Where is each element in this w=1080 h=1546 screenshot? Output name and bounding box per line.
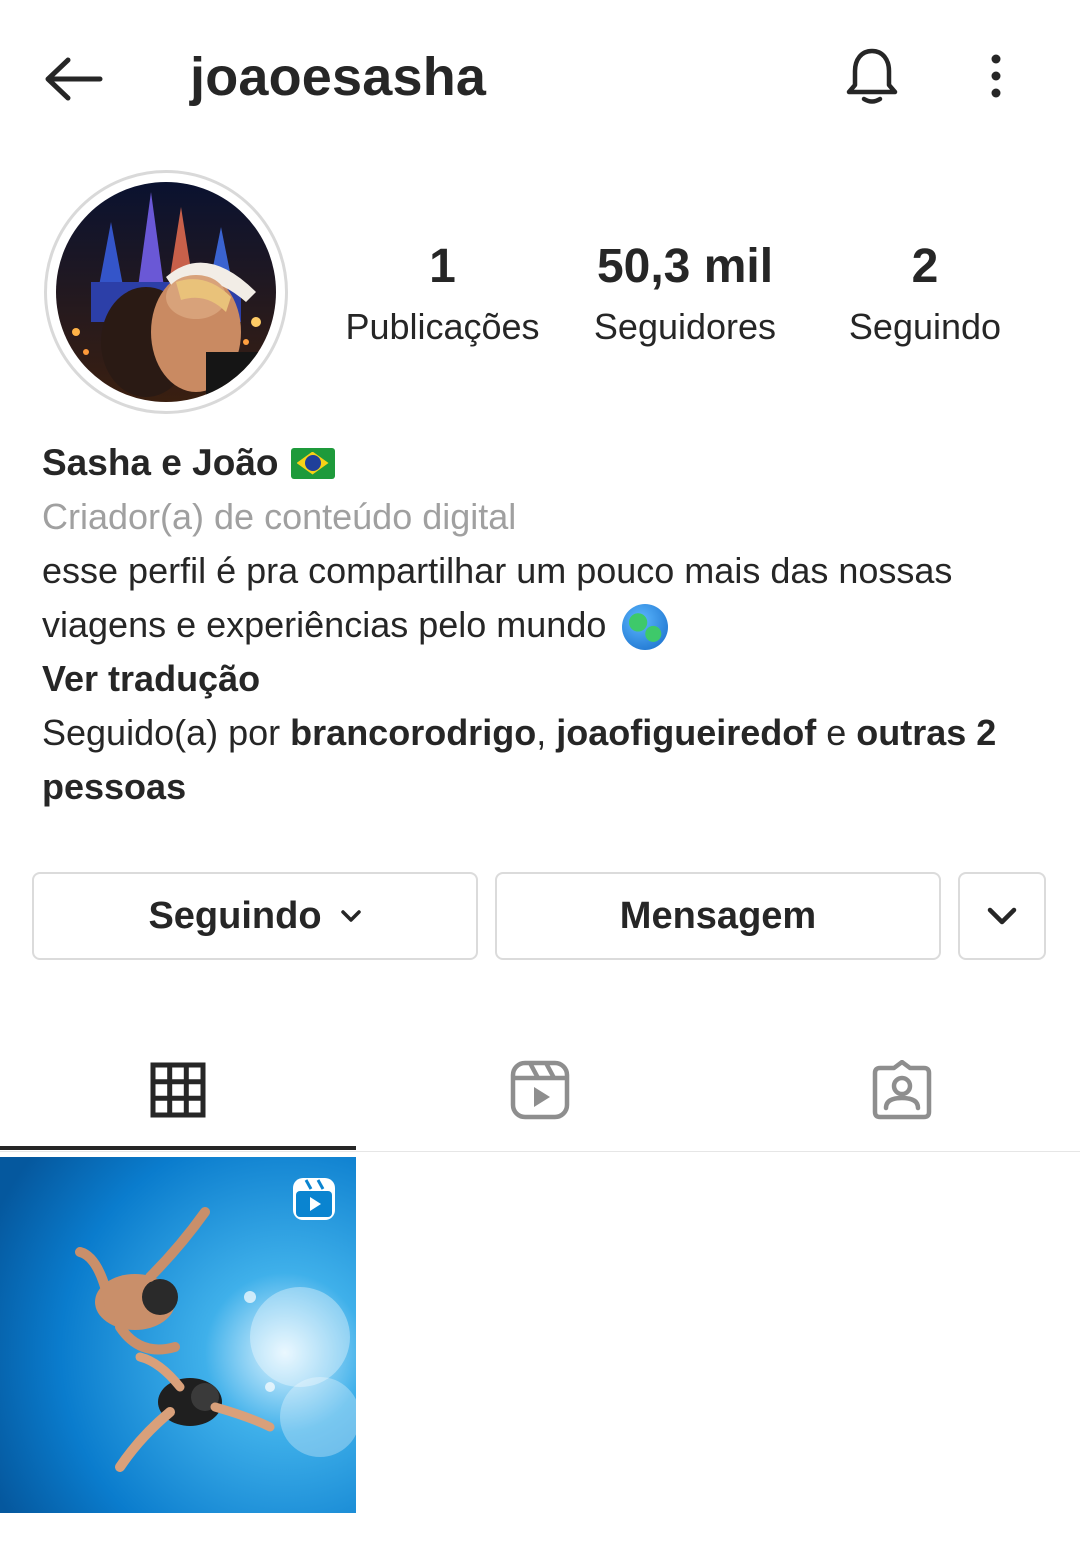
tab-reels[interactable] [362, 1030, 718, 1150]
following-count: 2 [911, 240, 939, 293]
profile-actions: Seguindo Mensagem [32, 872, 1048, 962]
message-button-label: Mensagem [619, 894, 817, 937]
following-stat[interactable]: 2 Seguindo [830, 238, 1020, 350]
avatar-image [56, 182, 276, 402]
post-thumbnail[interactable] [0, 1157, 356, 1513]
followed-by[interactable]: Seguido(a) por brancorodrigo, joaofiguei… [42, 706, 1042, 814]
profile-stats: 1 Publicações 50,3 mil Seguidores 2 Segu… [330, 238, 1030, 358]
bio-text-row: esse perfil é pra compartilhar um pouco … [42, 544, 1042, 652]
see-translation-link[interactable]: Ver tradução [42, 652, 1042, 706]
top-bar: joaoesasha [0, 0, 1080, 150]
profile-bio: Sasha e João Criador(a) de conteúdo digi… [42, 436, 1042, 814]
followers-count: 50,3 mil [596, 240, 774, 293]
notifications-button[interactable] [838, 40, 906, 112]
reels-icon [510, 1060, 570, 1120]
followed-by-user-1[interactable]: brancorodrigo [290, 712, 536, 753]
suggestions-button[interactable] [958, 872, 1046, 960]
profile-avatar[interactable] [44, 170, 288, 414]
active-tab-indicator [0, 1146, 356, 1150]
globe-icon [622, 604, 669, 651]
followed-by-prefix: Seguido(a) por [42, 712, 281, 753]
chevron-down-icon [340, 910, 361, 922]
message-button[interactable]: Mensagem [495, 872, 941, 960]
full-name: Sasha e João [42, 442, 279, 483]
followed-by-user-2[interactable]: joaofigueiredof [556, 712, 816, 753]
tab-tagged[interactable] [724, 1030, 1080, 1150]
arrow-left-icon [45, 57, 103, 101]
bell-icon [846, 48, 898, 104]
more-vertical-icon [991, 54, 1001, 98]
followers-stat[interactable]: 50,3 mil Seguidores [580, 238, 790, 350]
followed-by-separator: , [536, 712, 547, 753]
posts-stat[interactable]: 1 Publicações [330, 238, 555, 350]
following-label: Seguindo [848, 306, 1002, 347]
followers-label: Seguidores [593, 306, 777, 347]
more-options-button[interactable] [970, 46, 1022, 106]
profile-tabs [0, 1030, 1080, 1152]
back-button[interactable] [38, 48, 108, 110]
bio-text: esse perfil é pra compartilhar um pouco … [42, 550, 953, 645]
tab-grid[interactable] [0, 1030, 356, 1150]
reel-badge-icon [293, 1178, 335, 1220]
profile-category: Criador(a) de conteúdo digital [42, 496, 517, 537]
full-name-row: Sasha e João [42, 436, 1042, 490]
tagged-person-icon [872, 1060, 932, 1120]
followed-by-and: e [826, 712, 847, 753]
chevron-down-icon [987, 907, 1017, 925]
following-button[interactable]: Seguindo [32, 872, 478, 960]
following-button-label: Seguindo [148, 894, 322, 937]
grid-icon [150, 1062, 206, 1118]
profile-username: joaoesasha [190, 47, 487, 107]
brazil-flag-icon [290, 447, 335, 479]
posts-count: 1 [429, 240, 456, 293]
posts-label: Publicações [345, 306, 540, 347]
